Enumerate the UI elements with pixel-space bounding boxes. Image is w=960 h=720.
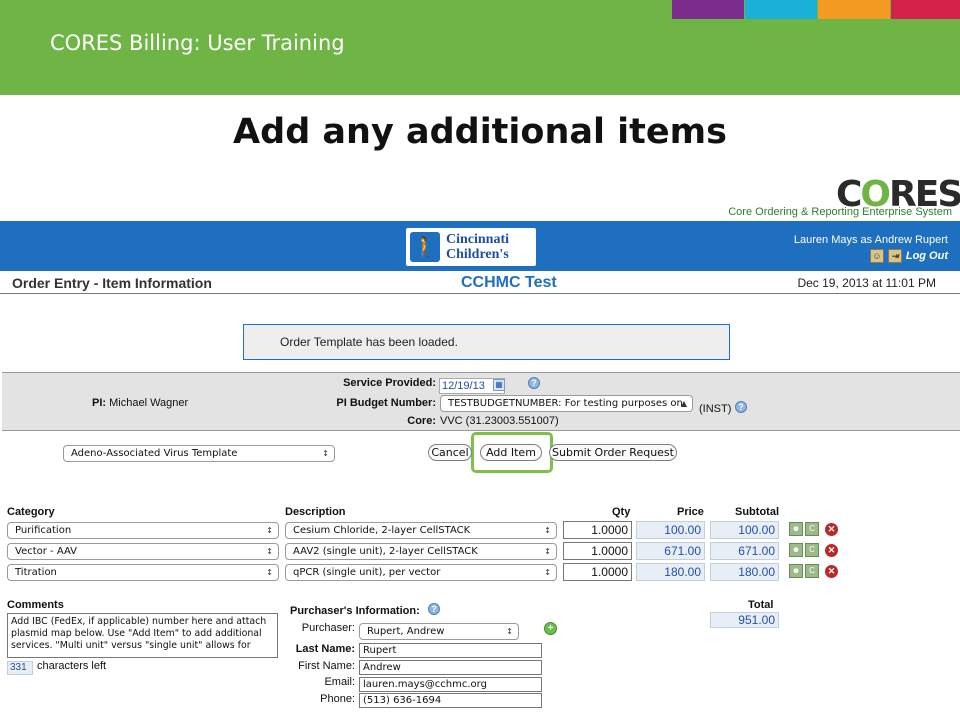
- page-title: Order Entry - Item Information: [12, 275, 212, 291]
- first-name-field[interactable]: Andrew: [359, 660, 542, 675]
- comment-icon[interactable]: C: [805, 522, 819, 536]
- accent-tab-purple: [672, 0, 744, 19]
- subtotal-cell: 180.00: [710, 563, 779, 581]
- category-select[interactable]: Titration ↕: [7, 564, 279, 581]
- comments-label: Comments: [7, 599, 64, 611]
- user-assign-icon[interactable]: ☻: [789, 522, 803, 536]
- description-select[interactable]: qPCR (single unit), per vector ↕: [285, 564, 557, 581]
- phone-field[interactable]: (513) 636-1694: [359, 693, 542, 708]
- accent-tab-red: [891, 0, 960, 19]
- divider: [0, 293, 960, 294]
- category-select[interactable]: Vector - AAV ↕: [7, 543, 279, 560]
- order-template-select[interactable]: Adeno-Associated Virus Template ↕: [63, 445, 335, 462]
- help-icon[interactable]: ?: [428, 603, 440, 615]
- select-arrows-icon: ↕: [322, 449, 329, 458]
- budget-number-label: PI Budget Number:: [336, 397, 436, 409]
- price-cell: 100.00: [636, 521, 705, 539]
- accent-tab-orange: [818, 0, 890, 19]
- purchaser-select[interactable]: Rupert, Andrew ↕: [359, 623, 519, 640]
- phone-label: Phone:: [320, 693, 355, 705]
- user-assign-icon[interactable]: ☻: [789, 543, 803, 557]
- select-arrows-icon: ▲: [680, 399, 687, 408]
- accent-color-tabs: [672, 0, 960, 19]
- category-header: Category: [7, 506, 55, 518]
- cores-tagline: Core Ordering & Reporting Enterprise Sys…: [728, 206, 952, 218]
- accent-tab-cyan: [745, 0, 817, 19]
- total-label: Total: [748, 599, 774, 611]
- purchaser-label: Purchaser:: [301, 622, 355, 634]
- budget-suffix: (INST): [699, 403, 732, 415]
- price-header: Price: [677, 506, 704, 518]
- price-cell: 180.00: [636, 563, 705, 581]
- qty-input[interactable]: 1.0000: [563, 521, 632, 539]
- chars-left-count: 331: [7, 661, 33, 675]
- price-cell: 671.00: [636, 542, 705, 560]
- logout-door-icon[interactable]: ⇥: [887, 249, 902, 263]
- training-slide: CORES Billing: User Training Add any add…: [0, 0, 960, 720]
- service-provided-label: Service Provided:: [343, 377, 436, 389]
- calendar-icon[interactable]: ▦: [493, 379, 505, 391]
- qty-input[interactable]: 1.0000: [563, 563, 632, 581]
- core-value: VVC (31.23003.551007): [440, 415, 559, 427]
- last-name-field[interactable]: Rupert: [359, 643, 542, 658]
- description-select[interactable]: AAV2 (single unit), 2-layer CellSTACK ↕: [285, 543, 557, 560]
- comment-icon[interactable]: C: [805, 564, 819, 578]
- core-label: Core:: [407, 415, 436, 427]
- purchaser-info-heading: Purchaser's Information:: [290, 605, 420, 617]
- user-assign-icon[interactable]: ☻: [789, 564, 803, 578]
- logout-link[interactable]: Log Out: [906, 250, 948, 262]
- subtotal-header: Subtotal: [735, 506, 779, 518]
- add-item-button[interactable]: Add Item: [480, 444, 542, 461]
- user-profile-icon[interactable]: ☺: [869, 249, 884, 263]
- pi-field: PI: Michael Wagner: [92, 397, 189, 409]
- slide-heading: Add any additional items: [233, 112, 727, 152]
- add-purchaser-icon[interactable]: +: [544, 622, 557, 635]
- last-name-label: Last Name:: [295, 643, 355, 655]
- site-title: CCHMC Test: [461, 274, 557, 291]
- status-message: Order Template has been loaded.: [243, 324, 730, 360]
- cincinnati-childrens-logo: 🚶 Cincinnati Children's: [406, 228, 536, 266]
- email-field[interactable]: lauren.mays@cchmc.org: [359, 677, 542, 692]
- comment-icon[interactable]: C: [805, 543, 819, 557]
- childrens-figure-icon: 🚶: [410, 232, 440, 262]
- description-select[interactable]: Cesium Chloride, 2-layer CellSTACK ↕: [285, 522, 557, 539]
- help-icon[interactable]: ?: [528, 377, 540, 389]
- comments-textarea[interactable]: Add IBC (FedEx, if applicable) number he…: [7, 613, 278, 658]
- help-icon[interactable]: ?: [735, 401, 747, 413]
- logout-row[interactable]: ☺ ⇥ Log Out: [869, 249, 948, 263]
- cancel-button[interactable]: Cancel: [428, 444, 472, 461]
- chars-left-label: characters left: [37, 660, 107, 672]
- qty-input[interactable]: 1.0000: [563, 542, 632, 560]
- delete-row-icon[interactable]: ✕: [825, 543, 838, 557]
- submit-order-button[interactable]: Submit Order Request: [549, 444, 677, 461]
- category-select[interactable]: Purification ↕: [7, 522, 279, 539]
- delete-row-icon[interactable]: ✕: [825, 522, 838, 536]
- email-label: Email:: [324, 676, 355, 688]
- delete-row-icon[interactable]: ✕: [825, 564, 838, 578]
- budget-number-select[interactable]: TESTBUDGETNUMBER: For testing purposes o…: [440, 395, 693, 412]
- timestamp: Dec 19, 2013 at 11:01 PM: [797, 276, 936, 290]
- first-name-label: First Name:: [298, 660, 355, 672]
- subtotal-cell: 100.00: [710, 521, 779, 539]
- description-header: Description: [285, 506, 346, 518]
- qty-header: Qty: [612, 506, 631, 518]
- slide-header-title: CORES Billing: User Training: [50, 31, 345, 55]
- subtotal-cell: 671.00: [710, 542, 779, 560]
- total-value: 951.00: [710, 612, 779, 628]
- current-user: Lauren Mays as Andrew Rupert: [793, 234, 948, 246]
